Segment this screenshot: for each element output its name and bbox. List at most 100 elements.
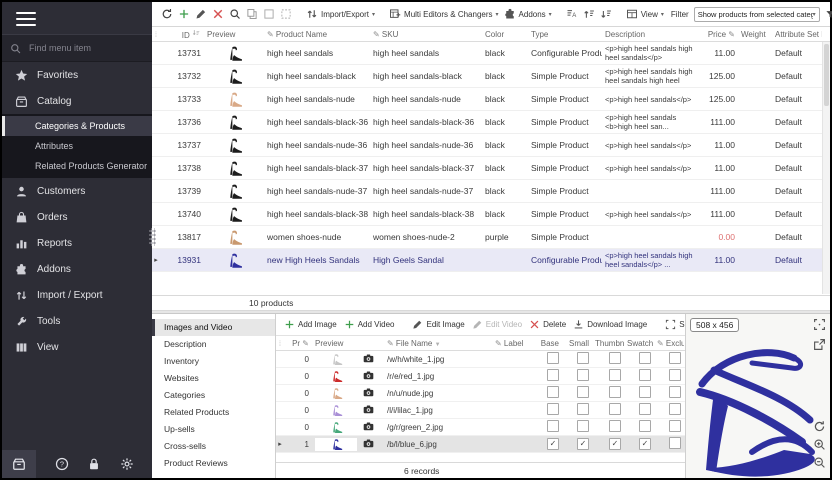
swatch-checkbox[interactable]: [639, 369, 651, 381]
rotate-icon[interactable]: [813, 420, 826, 438]
product-row[interactable]: 13739high heel sandals-nude-37high heel …: [152, 180, 830, 203]
base-checkbox[interactable]: [547, 386, 559, 398]
copy-button[interactable]: [246, 8, 258, 20]
swatch-checkbox[interactable]: [639, 420, 651, 432]
tab-websites[interactable]: Websites: [152, 370, 275, 387]
tab-cross-sells[interactable]: Cross-sells: [152, 438, 275, 455]
exclude-checkbox[interactable]: [669, 420, 681, 432]
tab-description[interactable]: Description: [152, 336, 275, 353]
swatch-checkbox[interactable]: [639, 386, 651, 398]
swatch-checkbox[interactable]: ✓: [639, 438, 651, 450]
base-checkbox[interactable]: ✓: [547, 438, 559, 450]
sidebar-item-import-export[interactable]: Import / Export: [2, 282, 152, 308]
product-row[interactable]: 13738high heel sandals-black-37high heel…: [152, 157, 830, 180]
image-row[interactable]: ▸1/b/l/blue_6.jpg✓✓✓✓: [276, 436, 685, 453]
bottom-gear-button[interactable]: [120, 450, 134, 478]
download-image-button[interactable]: Download Image: [573, 319, 647, 330]
product-row[interactable]: 13733high heel sandals-nudehigh heel san…: [152, 88, 830, 111]
delete-button[interactable]: [212, 8, 224, 20]
small-checkbox[interactable]: [577, 352, 589, 364]
swatch-checkbox[interactable]: [639, 352, 651, 364]
product-row[interactable]: ▸13931new High Heels SandalsHigh Geels S…: [152, 249, 830, 272]
tab-up-sells[interactable]: Up-sells: [152, 421, 275, 438]
menu-import-export[interactable]: Import/Export▾: [306, 8, 375, 20]
sidebar-item-favorites[interactable]: Favorites: [2, 62, 152, 88]
sidebar-item-tools[interactable]: Tools: [2, 308, 152, 334]
exclude-checkbox[interactable]: [669, 352, 681, 364]
thumbnail-checkbox[interactable]: [609, 420, 621, 432]
bottom-help-button[interactable]: ?: [55, 450, 69, 478]
thumbnail-checkbox[interactable]: [609, 403, 621, 415]
product-row[interactable]: 13817women shoes-nudewomen shoes-nude-2p…: [152, 226, 830, 249]
sidebar-subitem-attributes[interactable]: Attributes: [2, 136, 152, 156]
vertical-scrollbar[interactable]: [822, 42, 830, 294]
moveup-button[interactable]: [583, 8, 595, 20]
sidebar-item-reports[interactable]: Reports: [2, 230, 152, 256]
bottom-lock-button[interactable]: [87, 450, 101, 478]
base-checkbox[interactable]: [547, 420, 559, 432]
tab-images-and-video[interactable]: Images and Video: [152, 319, 275, 336]
image-row[interactable]: 0/g/r/green_2.jpg: [276, 419, 685, 436]
product-row[interactable]: 13731high heel sandalshigh heel sandalsb…: [152, 42, 830, 65]
small-checkbox[interactable]: ✓: [577, 438, 589, 450]
exclude-checkbox[interactable]: [669, 369, 681, 381]
small-checkbox[interactable]: [577, 369, 589, 381]
exclude-checkbox[interactable]: [669, 403, 681, 415]
tab-related-products[interactable]: Related Products: [152, 404, 275, 421]
thumbnail-checkbox[interactable]: [609, 369, 621, 381]
open-external-icon[interactable]: [813, 338, 826, 356]
base-checkbox[interactable]: [547, 403, 559, 415]
sidebar-subitem-categories-products[interactable]: Categories & Products: [2, 116, 152, 136]
menu-addons[interactable]: Addons▾: [504, 8, 552, 20]
product-row[interactable]: 13736high heel sandals-black-36high heel…: [152, 111, 830, 134]
movedown-button[interactable]: [600, 8, 612, 20]
product-row[interactable]: 13740high heel sandals-black-38high heel…: [152, 203, 830, 226]
exclude-checkbox[interactable]: [669, 437, 681, 449]
base-checkbox[interactable]: [547, 369, 559, 381]
add-video-button[interactable]: Add Video: [344, 319, 395, 330]
image-row[interactable]: 0/n/u/nude.jpg: [276, 385, 685, 402]
base-checkbox[interactable]: [547, 352, 559, 364]
image-row[interactable]: 0/l/i/lilac_1.jpg: [276, 402, 685, 419]
search-input[interactable]: [27, 42, 131, 54]
exclude-checkbox[interactable]: [669, 386, 681, 398]
filter-select[interactable]: Show products from selected categories▾: [694, 7, 820, 22]
refresh-button[interactable]: [161, 8, 173, 20]
sidebar-item-addons[interactable]: Addons: [2, 256, 152, 282]
edit-video-button[interactable]: Edit Video: [472, 319, 522, 330]
tab-inventory[interactable]: Inventory: [152, 353, 275, 370]
zoom-in-icon[interactable]: [813, 438, 826, 456]
sidebar-search[interactable]: [2, 34, 152, 62]
swatch-checkbox[interactable]: [639, 403, 651, 415]
sidebar-item-customers[interactable]: Customers: [2, 178, 152, 204]
search-button[interactable]: [229, 8, 241, 20]
small-checkbox[interactable]: [577, 420, 589, 432]
fit-screen-icon[interactable]: [813, 318, 826, 336]
edit-button[interactable]: [195, 8, 207, 20]
menu-view[interactable]: View▾: [626, 8, 664, 20]
small-checkbox[interactable]: [577, 386, 589, 398]
checkbox-button[interactable]: [263, 8, 275, 20]
sidebar-item-catalog[interactable]: Catalog: [2, 88, 152, 114]
tab-product-reviews[interactable]: Product Reviews: [152, 455, 275, 472]
thumbnail-checkbox[interactable]: ✓: [609, 438, 621, 450]
zoom-out-icon[interactable]: [813, 456, 826, 474]
thumbnail-checkbox[interactable]: [609, 386, 621, 398]
menu-filters[interactable]: Filters▾: [825, 9, 832, 20]
add-button[interactable]: [178, 8, 190, 20]
image-row[interactable]: 0/r/e/red_1.jpg: [276, 368, 685, 385]
panel-splitter-handle[interactable]: [149, 228, 156, 246]
bottom-catalog-button[interactable]: [2, 450, 36, 478]
sidebar-subitem-related-products-generator[interactable]: Related Products Generator: [2, 156, 152, 176]
sidebar-item-orders[interactable]: Orders: [2, 204, 152, 230]
edit-image-button[interactable]: Edit Image: [412, 319, 464, 330]
hamburger-menu-icon[interactable]: [16, 12, 36, 26]
thumbnail-checkbox[interactable]: [609, 352, 621, 364]
image-row[interactable]: 0/w/h/white_1.jpg: [276, 351, 685, 368]
sidebar-item-view[interactable]: View: [2, 334, 152, 360]
menu-multi-editors-changers[interactable]: Multi Editors & Changers▾: [389, 8, 499, 20]
small-checkbox[interactable]: [577, 403, 589, 415]
add-image-button[interactable]: Add Image: [284, 319, 337, 330]
product-row[interactable]: 13732high heel sandals-blackhigh heel sa…: [152, 65, 830, 88]
tab-categories[interactable]: Categories: [152, 387, 275, 404]
